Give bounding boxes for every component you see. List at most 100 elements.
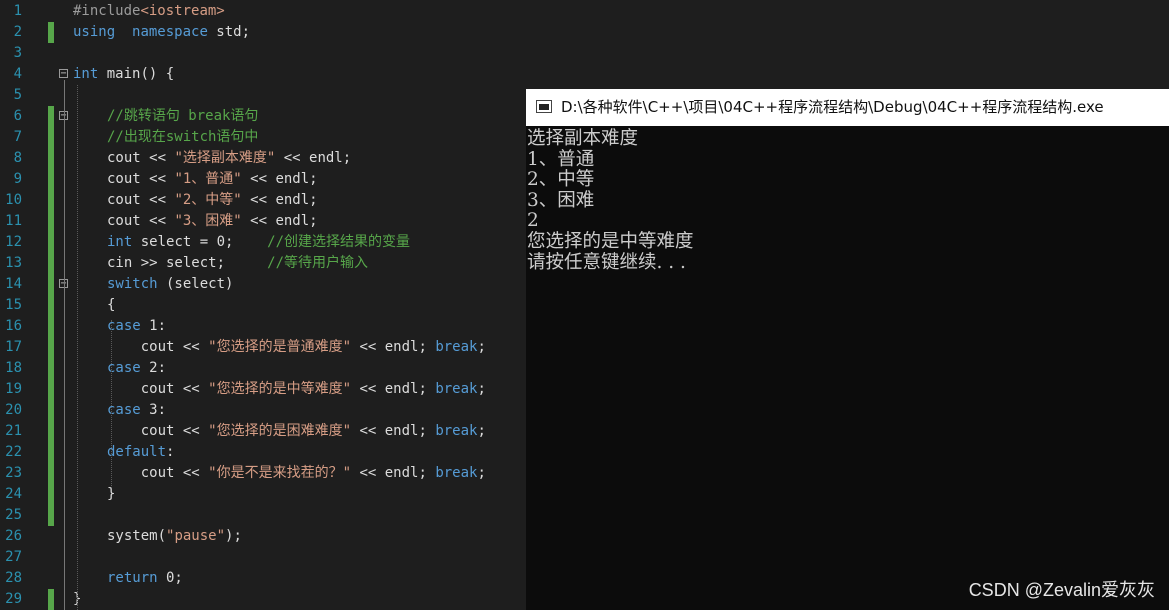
line-number: 4 xyxy=(13,66,22,82)
code-editor[interactable]: 1 #include<iostream> 2 using namespace std;… xyxy=(0,0,526,610)
code-line[interactable]: 28 return 0; xyxy=(0,568,526,589)
code-line[interactable]: 9 cout << "1、普通" << endl; xyxy=(0,169,526,190)
code-line[interactable]: 25 xyxy=(0,505,526,526)
line-number: 26 xyxy=(5,528,22,544)
code-line[interactable]: 2 using namespace std; xyxy=(0,22,526,43)
line-number: 21 xyxy=(5,423,22,439)
code-text: //跳转语句 break语句 xyxy=(107,108,259,124)
indent-guide xyxy=(77,85,78,610)
line-number: 10 xyxy=(5,192,22,208)
code-line[interactable]: 20 case 3: xyxy=(0,400,526,421)
code-text: #include<iostream> xyxy=(73,3,225,19)
code-line[interactable]: 22 default: xyxy=(0,442,526,463)
code-text: return 0; xyxy=(107,570,183,586)
console-title-bar[interactable]: D:\各种软件\C++\项目\04C++程序流程结构\Debug\04C++程序… xyxy=(526,89,1169,126)
code-line[interactable]: 17 cout << "您选择的是普通难度" << endl; break; xyxy=(0,337,526,358)
code-line[interactable]: 8 cout << "选择副本难度" << endl; xyxy=(0,148,526,169)
change-marker xyxy=(48,400,54,421)
line-number: 27 xyxy=(5,549,22,565)
line-number: 8 xyxy=(13,150,22,166)
change-marker xyxy=(48,106,54,127)
code-text: cin >> select; //等待用户输入 xyxy=(107,255,369,271)
line-number: 6 xyxy=(13,108,22,124)
line-number: 16 xyxy=(5,318,22,334)
code-line[interactable]: 1 #include<iostream> xyxy=(0,1,526,22)
code-text: case 2: xyxy=(107,360,167,376)
line-number: 7 xyxy=(13,129,22,145)
code-text: switch (select) xyxy=(107,276,234,292)
console-title: D:\各种软件\C++\项目\04C++程序流程结构\Debug\04C++程序… xyxy=(561,98,1104,116)
code-line[interactable]: 26 system("pause"); xyxy=(0,526,526,547)
change-marker xyxy=(48,295,54,316)
change-marker xyxy=(48,337,54,358)
console-output: 选择副本难度 1、普通 2、中等 3、困难 2 您选择的是中等难度 请按任意键继… xyxy=(527,128,694,273)
code-line[interactable]: 15 { xyxy=(0,295,526,316)
code-line[interactable]: 27 xyxy=(0,547,526,568)
line-number: 12 xyxy=(5,234,22,250)
collapse-icon[interactable]: − xyxy=(59,69,68,79)
fold-guide xyxy=(64,80,65,610)
code-line[interactable]: 3 xyxy=(0,43,526,64)
code-line[interactable]: 4 − int main() { xyxy=(0,64,526,85)
code-line[interactable]: 19 cout << "您选择的是中等难度" << endl; break; xyxy=(0,379,526,400)
change-marker xyxy=(48,253,54,274)
line-number: 9 xyxy=(13,171,22,187)
change-marker xyxy=(48,442,54,463)
change-marker xyxy=(48,379,54,400)
line-number: 28 xyxy=(5,570,22,586)
code-text: int main() { xyxy=(73,66,175,82)
code-line[interactable]: 18 case 2: xyxy=(0,358,526,379)
code-line[interactable]: 7 //出现在switch语句中 xyxy=(0,127,526,148)
line-number: 20 xyxy=(5,402,22,418)
change-marker xyxy=(48,127,54,148)
change-marker xyxy=(48,232,54,253)
line-number: 15 xyxy=(5,297,22,313)
code-text: { xyxy=(107,297,116,313)
change-marker xyxy=(48,505,54,526)
code-text: cout << "您选择的是普通难度" << endl; break; xyxy=(107,339,486,355)
code-line[interactable]: 14− switch (select) xyxy=(0,274,526,295)
line-number: 29 xyxy=(5,591,22,607)
line-number: 25 xyxy=(5,507,22,523)
code-text: cout << "您选择的是困难难度" << endl; break; xyxy=(107,423,486,439)
change-marker xyxy=(48,358,54,379)
code-line[interactable]: 29} xyxy=(0,589,526,610)
code-text: default: xyxy=(107,444,175,460)
code-line[interactable]: 11 cout << "3、困难" << endl; xyxy=(0,211,526,232)
line-number: 24 xyxy=(5,486,22,502)
change-marker xyxy=(48,316,54,337)
code-line[interactable]: 5 xyxy=(0,85,526,106)
line-number: 5 xyxy=(13,87,22,103)
change-marker xyxy=(48,148,54,169)
code-line[interactable]: 24} xyxy=(0,484,526,505)
code-line[interactable]: 21 cout << "您选择的是困难难度" << endl; break; xyxy=(0,421,526,442)
code-text: cout << "2、中等" << endl; xyxy=(107,192,318,208)
code-line[interactable]: 12 int select = 0; //创建选择结果的变量 xyxy=(0,232,526,253)
console-window[interactable]: D:\各种软件\C++\项目\04C++程序流程结构\Debug\04C++程序… xyxy=(526,89,1169,610)
code-text: cout << "1、普通" << endl; xyxy=(107,171,318,187)
code-text: cout << "选择副本难度" << endl; xyxy=(107,150,352,166)
change-marker xyxy=(48,484,54,505)
code-line[interactable]: 10 cout << "2、中等" << endl; xyxy=(0,190,526,211)
code-text: //出现在switch语句中 xyxy=(107,129,259,145)
change-marker xyxy=(48,211,54,232)
line-number: 23 xyxy=(5,465,22,481)
code-text: cout << "你是不是来找茬的？" << endl; break; xyxy=(107,465,486,481)
line-number: 22 xyxy=(5,444,22,460)
line-number: 1 xyxy=(13,3,22,19)
code-line[interactable]: 13 cin >> select; //等待用户输入 xyxy=(0,253,526,274)
change-marker xyxy=(48,22,54,43)
code-line[interactable]: 16 case 1: xyxy=(0,316,526,337)
code-line[interactable]: 6−//跳转语句 break语句 xyxy=(0,106,526,127)
code-line[interactable]: 23 cout << "你是不是来找茬的？" << endl; break; xyxy=(0,463,526,484)
change-marker xyxy=(48,421,54,442)
console-app-icon xyxy=(536,100,552,113)
code-text: case 1: xyxy=(107,318,167,334)
line-number: 13 xyxy=(5,255,22,271)
change-marker xyxy=(48,589,54,610)
code-text: int select = 0; //创建选择结果的变量 xyxy=(107,234,411,250)
code-text: using namespace std; xyxy=(73,24,251,40)
line-number: 18 xyxy=(5,360,22,376)
line-number: 17 xyxy=(5,339,22,355)
indent-guide xyxy=(111,320,112,488)
